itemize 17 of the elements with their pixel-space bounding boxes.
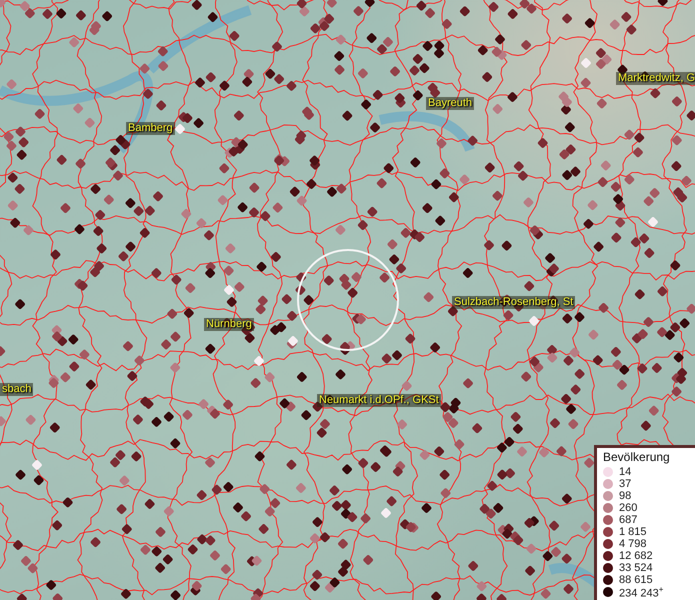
legend-label: 98: [619, 490, 632, 502]
legend-label: 687: [619, 514, 638, 526]
legend-label: 260: [619, 502, 638, 514]
legend-label: 37: [619, 478, 632, 490]
legend-label: 234 243$^{+}$: [619, 584, 664, 600]
legend-label: 33 524: [619, 562, 653, 574]
legend-label: 4 798: [619, 538, 647, 550]
place-label: Sulzbach-Rosenberg, St: [452, 296, 576, 309]
legend-label: 88 615: [619, 574, 653, 586]
legend-label: 12 682: [619, 550, 653, 562]
legend-title: Bevölkerung: [603, 450, 671, 464]
place-label: Bamberg: [126, 122, 175, 135]
place-label: sbach: [0, 383, 34, 396]
place-label: Nürnberg: [204, 318, 254, 331]
legend-label: 1 815: [619, 526, 647, 538]
legend-label: 14: [619, 466, 632, 478]
place-label: Bayreuth: [426, 97, 474, 110]
